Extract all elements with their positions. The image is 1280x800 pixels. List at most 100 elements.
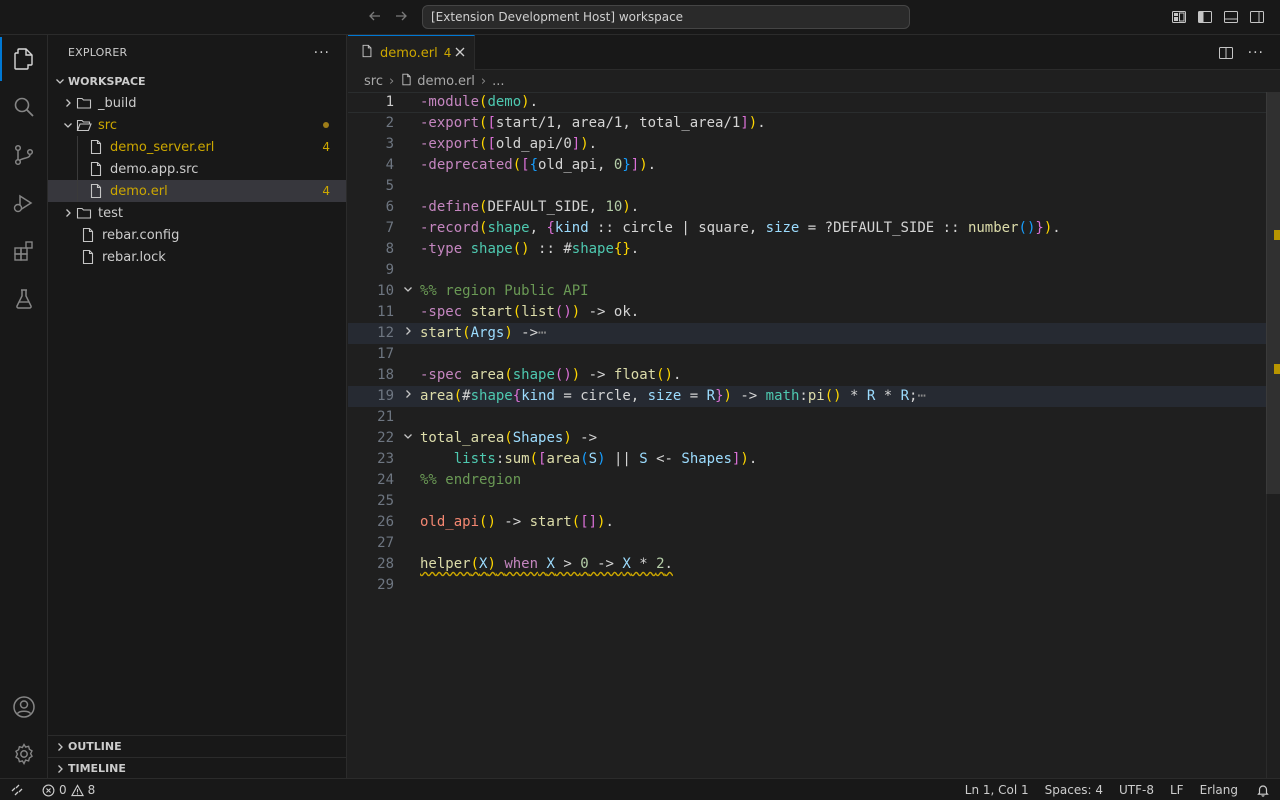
breadcrumb-item-file[interactable]: demo.erl: [417, 74, 475, 89]
source-control-icon[interactable]: [0, 133, 48, 177]
tree-item-label: demo_server.erl: [110, 139, 215, 155]
line-number: 28: [377, 556, 394, 572]
remote-indicator[interactable]: [0, 783, 34, 797]
code-line: 29: [348, 575, 1268, 596]
tree-item-rebar-config[interactable]: rebar.config: [48, 224, 346, 246]
line-number: 17: [377, 346, 394, 362]
code-line: 5: [348, 176, 1268, 197]
tree-item-test[interactable]: test: [48, 202, 346, 224]
code-line: 1 -module(demo).: [348, 92, 1268, 113]
code-line: 21: [348, 407, 1268, 428]
code-text: -deprecated([{old_api, 0}]).: [420, 157, 657, 173]
timeline-label: TIMELINE: [68, 762, 126, 775]
code-text: -record(shape, {kind :: circle | square,…: [420, 220, 1061, 236]
command-center-search[interactable]: [Extension Development Host] workspace: [422, 5, 910, 29]
more-actions-icon[interactable]: ···: [1248, 45, 1264, 65]
line-number: 29: [377, 577, 394, 593]
chevron-right-icon: [52, 761, 68, 777]
tree-item-demo-server[interactable]: demo_server.erl 4: [48, 136, 346, 158]
language-mode[interactable]: Erlang: [1192, 783, 1246, 797]
account-icon[interactable]: [0, 685, 48, 729]
line-number: 6: [385, 199, 394, 215]
close-icon[interactable]: [454, 46, 466, 62]
split-editor-icon[interactable]: [1218, 45, 1234, 65]
vertical-scrollbar[interactable]: [1266, 92, 1280, 778]
outline-section-header[interactable]: OUTLINE: [48, 735, 347, 757]
line-number: 7: [385, 220, 394, 236]
code-line: 27: [348, 533, 1268, 554]
code-line: 25: [348, 491, 1268, 512]
code-text-warning: helper(X) when X > 0 -> X * 2.: [420, 556, 673, 572]
line-number: 26: [377, 514, 394, 530]
chevron-right-icon[interactable]: [402, 386, 416, 407]
code-text: -spec area(shape()) -> float().: [420, 367, 682, 383]
arrow-right-icon[interactable]: [392, 8, 410, 26]
tree-item-build[interactable]: _build: [48, 92, 346, 114]
explorer-icon[interactable]: [0, 37, 48, 81]
more-actions-icon[interactable]: ···: [314, 45, 330, 61]
toggle-primary-sidebar-icon[interactable]: [1197, 9, 1213, 29]
warning-count: 8: [87, 783, 96, 797]
chevron-down-icon[interactable]: [402, 428, 416, 449]
file-icon: [80, 249, 96, 265]
tree-item-demo-erl[interactable]: demo.erl 4: [48, 180, 346, 202]
testing-icon[interactable]: [0, 277, 48, 321]
arrow-left-icon[interactable]: [366, 8, 384, 26]
code-line: 18 -spec area(shape()) -> float().: [348, 365, 1268, 386]
breadcrumb-item-src[interactable]: src: [364, 74, 383, 89]
chevron-right-icon: ›: [388, 73, 395, 89]
code-line: 28 helper(X) when X > 0 -> X * 2.: [348, 554, 1268, 575]
tree-item-label: demo.app.src: [110, 161, 199, 177]
code-line: 8 -type shape() :: #shape{}.: [348, 239, 1268, 260]
line-number: 21: [377, 409, 394, 425]
scrollbar-thumb[interactable]: [1266, 92, 1280, 494]
tree-item-src[interactable]: src: [48, 114, 346, 136]
line-number: 27: [377, 535, 394, 551]
code-editor[interactable]: 1 -module(demo). 2 -export([start/1, are…: [348, 92, 1280, 778]
line-number: 3: [385, 136, 394, 152]
search-icon[interactable]: [0, 85, 48, 129]
line-number: 2: [385, 115, 394, 131]
line-number: 10: [377, 283, 394, 299]
line-number: 1: [385, 94, 394, 110]
line-number: 19: [377, 388, 394, 404]
line-number: 18: [377, 367, 394, 383]
end-of-line[interactable]: LF: [1162, 783, 1192, 797]
file-icon: [88, 161, 104, 177]
tree-item-demo-app-src[interactable]: demo.app.src: [48, 158, 346, 180]
line-number: 11: [377, 304, 394, 320]
line-number: 4: [385, 157, 394, 173]
chevron-right-icon[interactable]: [402, 323, 416, 344]
file-icon: [80, 227, 96, 243]
code-line: 7 -record(shape, {kind :: circle | squar…: [348, 218, 1268, 239]
line-number: 23: [377, 451, 394, 467]
customize-layout-icon[interactable]: [1171, 9, 1187, 29]
code-line: 23 lists:sum([area(S) || S <- Shapes]).: [348, 449, 1268, 470]
workspace-section-header[interactable]: WORKSPACE: [48, 70, 346, 92]
remote-icon: [11, 784, 23, 796]
chevron-right-icon: [60, 205, 76, 221]
notifications-icon[interactable]: [1246, 783, 1280, 797]
folder-open-icon: [76, 117, 92, 133]
code-text: -define(DEFAULT_SIDE, 10).: [420, 199, 640, 215]
toggle-secondary-sidebar-icon[interactable]: [1249, 9, 1265, 29]
run-debug-icon[interactable]: [0, 181, 48, 225]
cursor-position[interactable]: Ln 1, Col 1: [957, 783, 1037, 797]
line-number: 12: [377, 325, 394, 341]
chevron-down-icon[interactable]: [402, 281, 416, 302]
tree-item-label: rebar.lock: [102, 249, 166, 265]
code-line: 9: [348, 260, 1268, 281]
problems-indicator[interactable]: 0 8: [34, 783, 103, 797]
code-text: old_api() -> start([]).: [420, 514, 614, 530]
breadcrumb-item-symbols[interactable]: ...: [492, 74, 504, 89]
tab-demo-erl[interactable]: demo.erl 4: [348, 35, 475, 70]
encoding[interactable]: UTF-8: [1111, 783, 1162, 797]
manage-gear-icon[interactable]: [0, 732, 48, 776]
indentation[interactable]: Spaces: 4: [1037, 783, 1111, 797]
toggle-panel-icon[interactable]: [1223, 9, 1239, 29]
extensions-icon[interactable]: [0, 229, 48, 273]
tree-item-rebar-lock[interactable]: rebar.lock: [48, 246, 346, 268]
code-line-folded: 19 area(#shape{kind = circle, size = R})…: [348, 386, 1268, 407]
timeline-section-header[interactable]: TIMELINE: [48, 757, 347, 779]
code-text: -module(demo).: [420, 94, 539, 110]
